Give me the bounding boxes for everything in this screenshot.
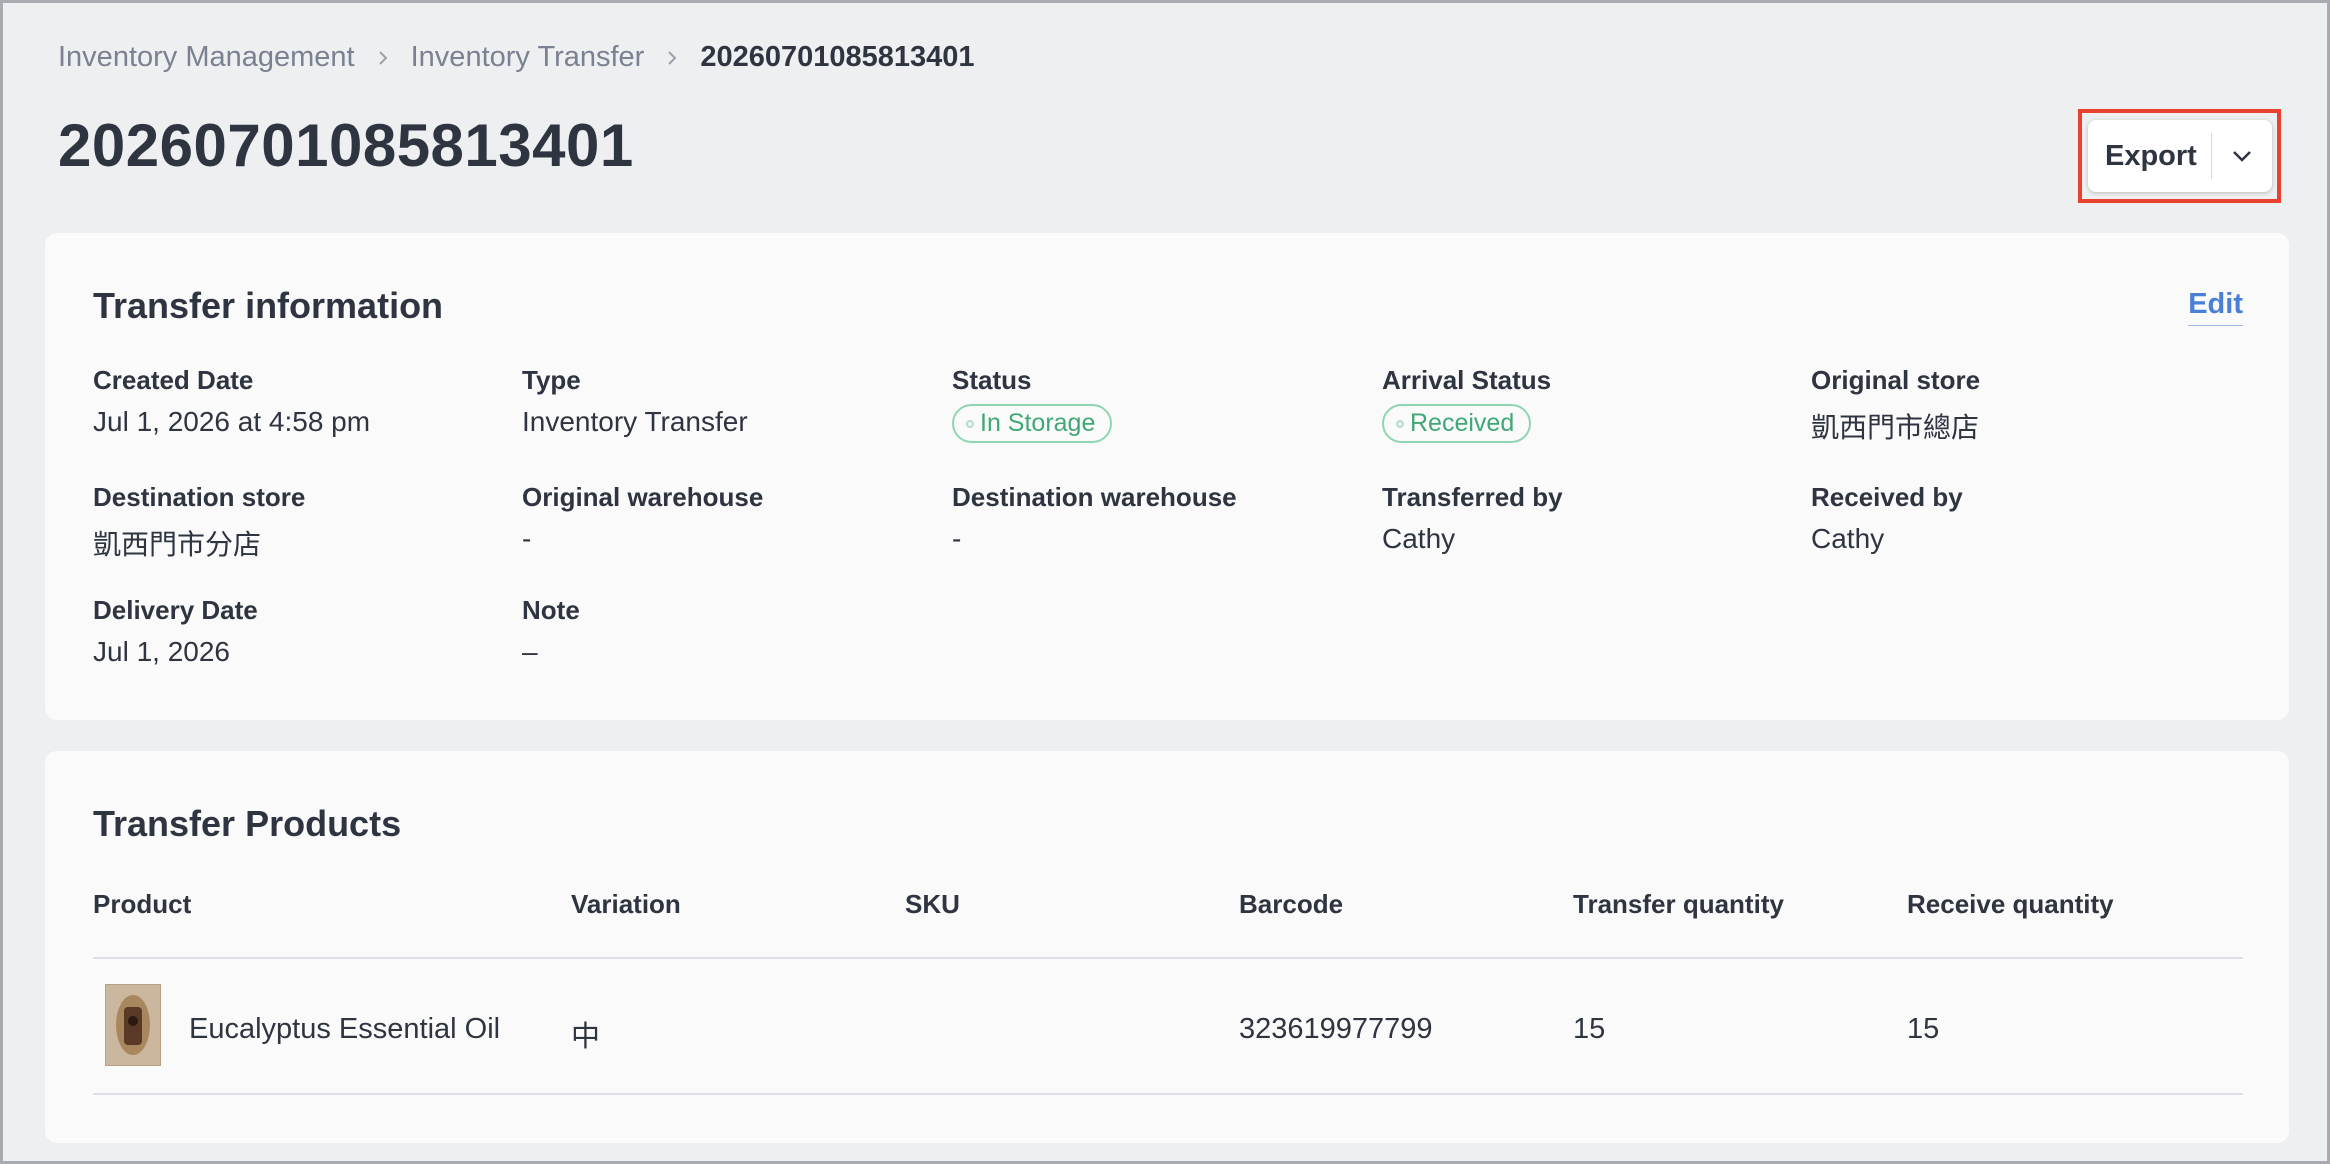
column-header-receive-quantity: Receive quantity bbox=[1907, 889, 2114, 919]
product-variation: 中 bbox=[571, 1021, 601, 1053]
destination-store-field: Destination store 凱西門市分店 bbox=[93, 482, 493, 563]
original-warehouse-field: Original warehouse - bbox=[522, 482, 922, 555]
transfer-products-card: Transfer Products Product Variation SKU … bbox=[45, 751, 2289, 1143]
breadcrumb: Inventory Management Inventory Transfer … bbox=[58, 41, 975, 74]
table-row-divider bbox=[93, 1093, 2243, 1095]
product-receive-quantity: 15 bbox=[1907, 1013, 1940, 1045]
arrival-status-field: Arrival Status Received bbox=[1382, 365, 1782, 443]
destination-warehouse-label: Destination warehouse bbox=[952, 482, 1237, 512]
delivery-date-value: Jul 1, 2026 bbox=[93, 636, 230, 667]
arrival-status-badge-text: Received bbox=[1410, 409, 1515, 437]
transferred-by-value: Cathy bbox=[1382, 523, 1456, 554]
arrival-status-badge: Received bbox=[1382, 404, 1532, 443]
destination-store-value: 凱西門市分店 bbox=[93, 529, 262, 560]
original-store-label: Original store bbox=[1811, 365, 1981, 395]
type-value: Inventory Transfer bbox=[522, 406, 748, 437]
breadcrumb-inventory-transfer[interactable]: Inventory Transfer bbox=[411, 41, 645, 74]
transferred-by-label: Transferred by bbox=[1382, 482, 1563, 512]
status-badge-text: In Storage bbox=[980, 409, 1096, 437]
column-header-sku: SKU bbox=[905, 889, 960, 919]
transferred-by-field: Transferred by Cathy bbox=[1382, 482, 1782, 555]
column-header-transfer-quantity: Transfer quantity bbox=[1573, 889, 1784, 919]
transfer-information-card: Transfer information Edit Created Date J… bbox=[45, 233, 2289, 720]
destination-warehouse-value: - bbox=[952, 523, 962, 554]
table-header-divider bbox=[93, 957, 2243, 959]
product-thumbnail bbox=[105, 984, 161, 1066]
chevron-right-icon bbox=[375, 50, 391, 66]
created-date-value: Jul 1, 2026 at 4:58 pm bbox=[93, 406, 371, 437]
received-by-label: Received by bbox=[1811, 482, 1963, 512]
arrival-status-label: Arrival Status bbox=[1382, 365, 1552, 395]
edit-link[interactable]: Edit bbox=[2188, 288, 2243, 326]
export-button[interactable]: Export bbox=[2088, 120, 2272, 192]
arrival-status-dot-icon bbox=[1396, 419, 1404, 428]
original-warehouse-value: - bbox=[522, 523, 532, 554]
product-transfer-quantity: 15 bbox=[1573, 1013, 1606, 1045]
export-label[interactable]: Export bbox=[2088, 140, 2211, 173]
product-barcode: 323619977799 bbox=[1239, 1013, 1433, 1045]
type-field: Type Inventory Transfer bbox=[522, 365, 922, 438]
original-store-value: 凱西門市總店 bbox=[1811, 412, 1980, 443]
original-warehouse-label: Original warehouse bbox=[522, 482, 764, 512]
status-field: Status In Storage bbox=[952, 365, 1352, 443]
column-header-product: Product bbox=[93, 889, 192, 919]
created-date-field: Created Date Jul 1, 2026 at 4:58 pm bbox=[93, 365, 493, 438]
note-label: Note bbox=[522, 595, 580, 625]
destination-warehouse-field: Destination warehouse - bbox=[952, 482, 1352, 555]
chevron-right-icon bbox=[664, 50, 680, 66]
column-header-barcode: Barcode bbox=[1239, 889, 1344, 919]
created-date-label: Created Date bbox=[93, 365, 254, 395]
chevron-down-icon[interactable] bbox=[2212, 149, 2272, 163]
note-value: – bbox=[522, 636, 538, 667]
received-by-value: Cathy bbox=[1811, 523, 1885, 554]
breadcrumb-current: 20260701085813401 bbox=[700, 41, 975, 73]
status-label: Status bbox=[952, 365, 1032, 395]
delivery-date-label: Delivery Date bbox=[93, 595, 258, 625]
type-label: Type bbox=[522, 365, 581, 395]
transfer-information-title: Transfer information bbox=[93, 285, 444, 326]
destination-store-label: Destination store bbox=[93, 482, 306, 512]
original-store-field: Original store 凱西門市總店 bbox=[1811, 365, 2211, 446]
breadcrumb-inventory-management[interactable]: Inventory Management bbox=[58, 41, 355, 74]
received-by-field: Received by Cathy bbox=[1811, 482, 2211, 555]
page-title: 20260701085813401 bbox=[58, 112, 634, 179]
note-field: Note – bbox=[522, 595, 922, 668]
column-header-variation: Variation bbox=[571, 889, 681, 919]
status-badge: In Storage bbox=[952, 404, 1113, 443]
product-name[interactable]: Eucalyptus Essential Oil bbox=[189, 1013, 500, 1046]
transfer-products-title: Transfer Products bbox=[93, 803, 402, 844]
delivery-date-field: Delivery Date Jul 1, 2026 bbox=[93, 595, 493, 668]
status-dot-icon bbox=[966, 419, 974, 428]
